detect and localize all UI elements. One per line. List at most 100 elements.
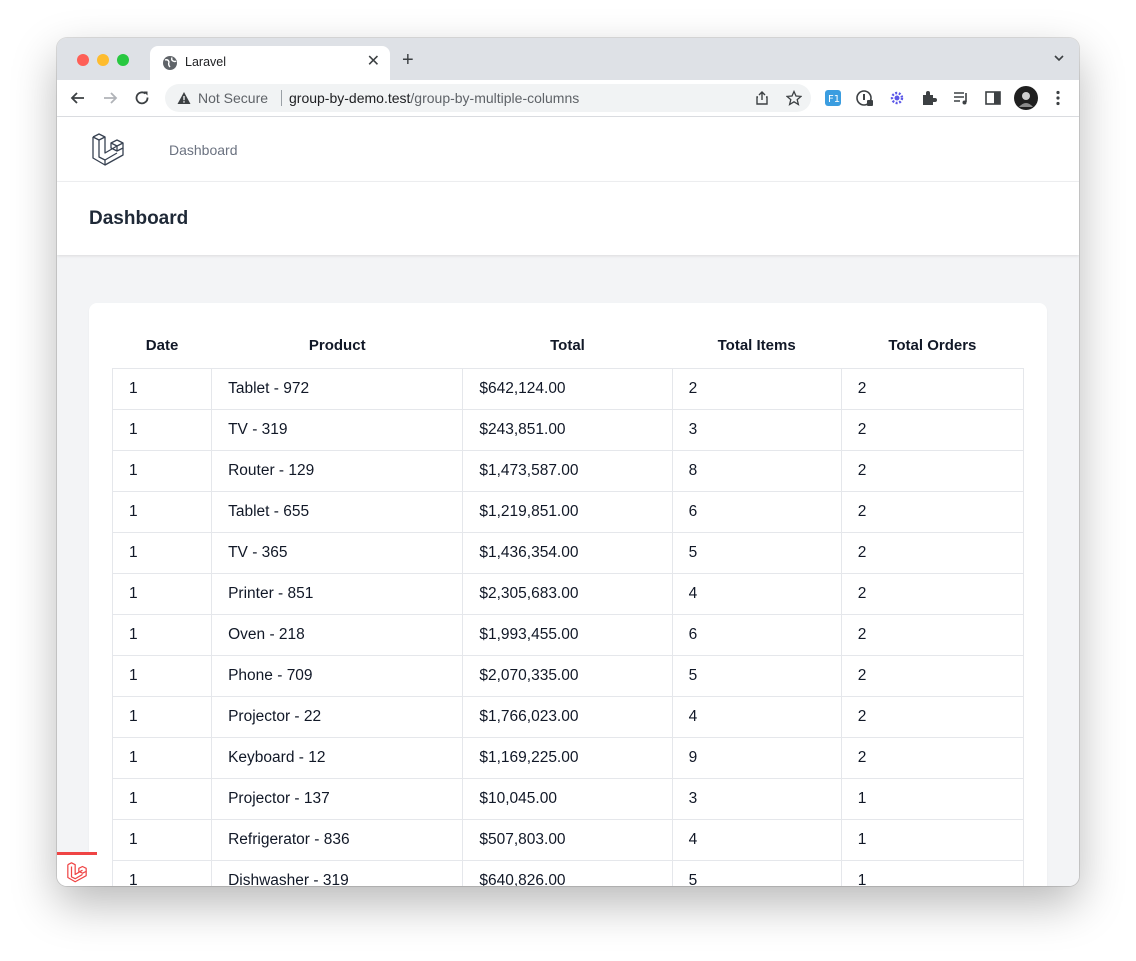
side-panel-icon[interactable] (984, 89, 1002, 107)
cell-product: Dishwasher - 319 (211, 860, 464, 886)
top-navigation: Dashboard (57, 117, 1079, 182)
table-row: 1 Dishwasher - 319 $640,826.00 5 1 (111, 860, 1025, 886)
profile-avatar[interactable] (1014, 86, 1038, 110)
cell-total-items: 2 (671, 368, 842, 410)
cell-total-orders: 2 (840, 450, 1025, 492)
cell-product: Oven - 218 (211, 614, 464, 656)
share-icon[interactable] (754, 90, 770, 106)
cell-total-items: 3 (671, 409, 842, 451)
cell-total-items: 4 (671, 573, 842, 615)
chevron-down-icon[interactable] (1053, 52, 1065, 64)
warning-icon (177, 92, 191, 104)
cell-total-orders: 1 (840, 778, 1025, 820)
cell-total: $642,124.00 (462, 368, 673, 410)
cell-total: $507,803.00 (462, 819, 673, 861)
cell-date: 1 (111, 368, 213, 410)
laravel-small-logo-icon (67, 862, 87, 883)
security-label[interactable]: Not Secure (198, 90, 268, 106)
cell-date: 1 (111, 532, 213, 574)
svg-text:F1: F1 (828, 94, 840, 105)
cell-product: Keyboard - 12 (211, 737, 464, 779)
tab-title: Laravel (185, 55, 226, 69)
new-tab-button[interactable]: + (402, 50, 414, 70)
maximize-window-button[interactable] (117, 54, 129, 66)
cell-date: 1 (111, 409, 213, 451)
nav-link-dashboard[interactable]: Dashboard (169, 142, 238, 158)
cell-product: Printer - 851 (211, 573, 464, 615)
browser-menu-icon[interactable] (1049, 89, 1067, 107)
cell-date: 1 (111, 450, 213, 492)
cell-total: $2,070,335.00 (462, 655, 673, 697)
back-icon[interactable] (69, 89, 87, 107)
cell-total: $1,219,851.00 (462, 491, 673, 533)
reload-icon[interactable] (133, 89, 151, 107)
cell-total-orders: 2 (840, 409, 1025, 451)
url-path: /group-by-multiple-columns (410, 90, 580, 106)
address-bar[interactable]: Not Secure group-by-demo.test/group-by-m… (165, 84, 811, 112)
cell-total: $640,826.00 (462, 860, 673, 886)
debugbar-toggle[interactable] (57, 852, 97, 886)
minimize-window-button[interactable] (97, 54, 109, 66)
cell-total-orders: 2 (840, 573, 1025, 615)
browser-window: Laravel ✕ + Not Secure group-by-demo.tes… (57, 38, 1079, 886)
tab-strip: Laravel ✕ + (57, 38, 1079, 80)
password-manager-icon[interactable] (856, 89, 874, 107)
cell-total: $1,766,023.00 (462, 696, 673, 738)
column-header-product[interactable]: Product (212, 322, 463, 369)
page-title: Dashboard (89, 208, 189, 229)
laravel-logo-icon[interactable] (91, 131, 125, 167)
media-controls-icon[interactable] (952, 89, 970, 107)
page-header: Dashboard (57, 182, 1079, 255)
cell-total-items: 3 (671, 778, 842, 820)
cell-total-items: 6 (671, 491, 842, 533)
cell-product: TV - 319 (211, 409, 464, 451)
browser-toolbar: Not Secure group-by-demo.test/group-by-m… (57, 80, 1079, 117)
forward-icon[interactable] (101, 89, 119, 107)
column-header-total-items[interactable]: Total Items (672, 322, 841, 369)
cell-total: $2,305,683.00 (462, 573, 673, 615)
close-window-button[interactable] (77, 54, 89, 66)
cell-date: 1 (111, 778, 213, 820)
cell-total-orders: 2 (840, 655, 1025, 697)
table-row: 1 Keyboard - 12 $1,169,225.00 9 2 (111, 737, 1025, 779)
cell-total: $243,851.00 (462, 409, 673, 451)
cell-date: 1 (111, 655, 213, 697)
content-card: Date Product Total Total Items Total Ord… (89, 303, 1047, 886)
table-row: 1 Projector - 137 $10,045.00 3 1 (111, 778, 1025, 820)
cell-total-orders: 2 (840, 491, 1025, 533)
cell-product: Router - 129 (211, 450, 464, 492)
bookmark-star-icon[interactable] (786, 90, 802, 106)
cell-total-orders: 2 (840, 614, 1025, 656)
cell-total-orders: 2 (840, 737, 1025, 779)
cell-total-items: 9 (671, 737, 842, 779)
cell-total-items: 5 (671, 532, 842, 574)
cell-date: 1 (111, 737, 213, 779)
gear-puzzle-extension-icon[interactable] (888, 89, 906, 107)
globe-icon (163, 56, 177, 70)
omnibox-divider (281, 90, 282, 106)
table-row: 1 Refrigerator - 836 $507,803.00 4 1 (111, 819, 1025, 861)
url-text[interactable]: group-by-demo.test/group-by-multiple-col… (289, 90, 579, 106)
cell-total: $1,436,354.00 (462, 532, 673, 574)
cell-total-orders: 1 (840, 819, 1025, 861)
cell-total-orders: 2 (840, 696, 1025, 738)
browser-tab[interactable]: Laravel ✕ (150, 46, 390, 80)
cell-total-items: 4 (671, 819, 842, 861)
tab-close-icon[interactable]: ✕ (367, 53, 380, 71)
extensions-puzzle-icon[interactable] (920, 89, 938, 107)
cell-product: Projector - 137 (211, 778, 464, 820)
cell-total: $10,045.00 (462, 778, 673, 820)
cell-product: Tablet - 655 (211, 491, 464, 533)
column-header-total[interactable]: Total (463, 322, 672, 369)
web-page: Dashboard Dashboard Date Product Total T… (57, 117, 1079, 886)
formula-extension-icon[interactable]: F1 (824, 89, 842, 107)
table-row: 1 Oven - 218 $1,993,455.00 6 2 (111, 614, 1025, 656)
cell-date: 1 (111, 819, 213, 861)
table-row: 1 Projector - 22 $1,766,023.00 4 2 (111, 696, 1025, 738)
cell-total-items: 4 (671, 696, 842, 738)
column-header-date[interactable]: Date (113, 322, 212, 369)
cell-date: 1 (111, 696, 213, 738)
table-row: 1 Tablet - 655 $1,219,851.00 6 2 (111, 491, 1025, 533)
table-row: 1 Phone - 709 $2,070,335.00 5 2 (111, 655, 1025, 697)
column-header-total-orders[interactable]: Total Orders (841, 322, 1023, 369)
